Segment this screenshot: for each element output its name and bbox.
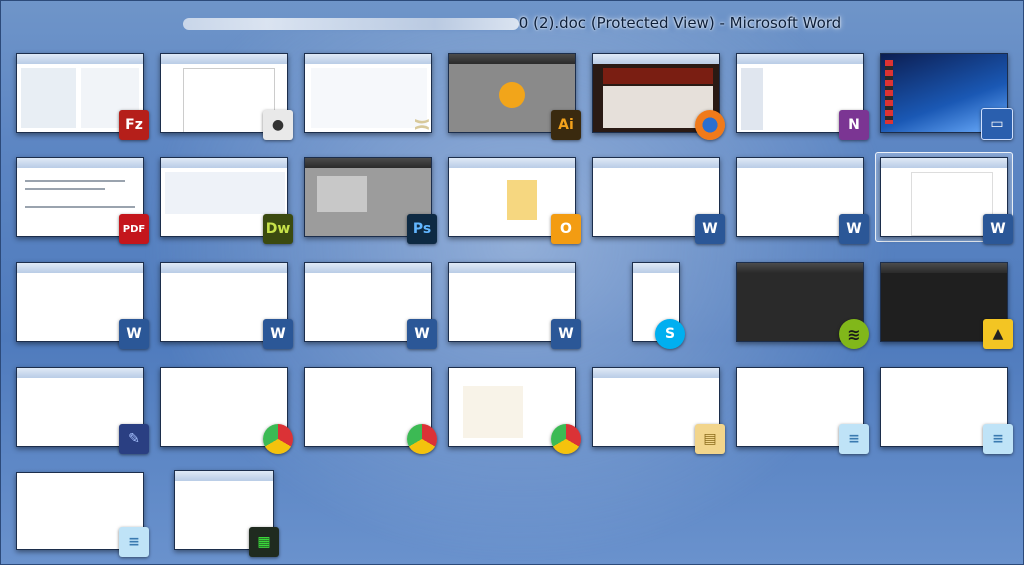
illustrator-icon: Ai — [551, 110, 581, 140]
window-thumb-tweetdeck[interactable]: ▲ — [880, 262, 1013, 349]
window-thumb-dreamweaver[interactable]: Dw — [160, 157, 293, 244]
window-thumb-pdf[interactable]: PDF — [16, 157, 149, 244]
chrome-icon — [263, 424, 293, 454]
word-icon: W — [551, 319, 581, 349]
onenote-icon: N — [839, 110, 869, 140]
window-thumb-chrome-1[interactable] — [160, 367, 293, 454]
filezilla-icon: Fz — [119, 110, 149, 140]
window-title: 0 (2).doc (Protected View) - Microsoft W… — [0, 14, 1024, 36]
window-thumb-photoshop[interactable]: Ps — [304, 157, 437, 244]
acrobat-icon: PDF — [119, 214, 149, 244]
window-thumb-chrome-3[interactable] — [448, 367, 581, 454]
firefox-icon — [695, 110, 725, 140]
notepad-plus-plus-icon: ✎ — [119, 424, 149, 454]
tweetdeck-icon: ▲ — [983, 319, 1013, 349]
window-thumb-desktop[interactable]: ▭ — [880, 53, 1013, 140]
photoshop-icon: Ps — [407, 214, 437, 244]
notepad-icon: ≡ — [839, 424, 869, 454]
window-thumb-onenote[interactable]: N — [736, 53, 869, 140]
window-thumb-word-5[interactable]: W — [304, 262, 437, 349]
spy-app-icon: ● — [263, 110, 293, 140]
outlook-icon: O — [551, 214, 581, 244]
chrome-icon — [551, 424, 581, 454]
window-thumb-firefox[interactable] — [592, 53, 725, 140]
window-thumb-notepad-2[interactable]: ≡ — [880, 367, 1013, 454]
dreamweaver-icon: Dw — [263, 214, 293, 244]
window-thumb-notepadpp[interactable]: ✎ — [16, 367, 149, 454]
bone-icon: ≍ — [412, 112, 432, 138]
desktop-icon: ▭ — [981, 108, 1013, 140]
spotify-icon: ≋ — [839, 319, 869, 349]
window-thumb-explorer[interactable]: ▤ — [592, 367, 725, 454]
window-thumb-word-6[interactable]: W — [448, 262, 581, 349]
window-thumb-word-2[interactable]: W — [736, 157, 869, 244]
folder-icon: ▤ — [695, 424, 725, 454]
chrome-icon — [407, 424, 437, 454]
window-thumb-word-1[interactable]: W — [592, 157, 725, 244]
window-thumb-document[interactable]: ● — [160, 53, 293, 140]
window-thumb-skype[interactable]: S — [632, 262, 685, 349]
window-thumb-editor[interactable]: ≍ — [304, 53, 432, 138]
notepad-icon: ≡ — [119, 527, 149, 557]
window-thumb-notepad-3[interactable]: ≡ — [16, 472, 149, 557]
window-thumb-outlook[interactable]: O — [448, 157, 581, 244]
notepad-icon: ≡ — [983, 424, 1013, 454]
window-thumb-word-3[interactable]: W — [16, 262, 149, 349]
redacted-filename — [182, 17, 519, 30]
window-thumb-illustrator[interactable]: Ai — [448, 53, 581, 140]
window-thumb-filezilla[interactable]: Fz — [16, 53, 149, 140]
word-icon: W — [119, 319, 149, 349]
task-manager-icon: ▦ — [249, 527, 279, 557]
word-icon: W — [407, 319, 437, 349]
window-thumb-word-selected[interactable]: W — [875, 152, 1013, 244]
skype-icon: S — [655, 319, 685, 349]
word-icon: W — [263, 319, 293, 349]
word-icon: W — [695, 214, 725, 244]
window-thumb-task-manager[interactable]: ▦ — [174, 470, 279, 557]
window-thumb-chrome-2[interactable] — [304, 367, 437, 454]
window-thumb-word-4[interactable]: W — [160, 262, 293, 349]
window-title-text: 0 (2).doc (Protected View) - Microsoft W… — [518, 14, 842, 32]
word-icon: W — [839, 214, 869, 244]
window-thumb-notepad-1[interactable]: ≡ — [736, 367, 869, 454]
word-icon: W — [983, 214, 1013, 244]
window-thumb-spotify[interactable]: ≋ — [736, 262, 869, 349]
